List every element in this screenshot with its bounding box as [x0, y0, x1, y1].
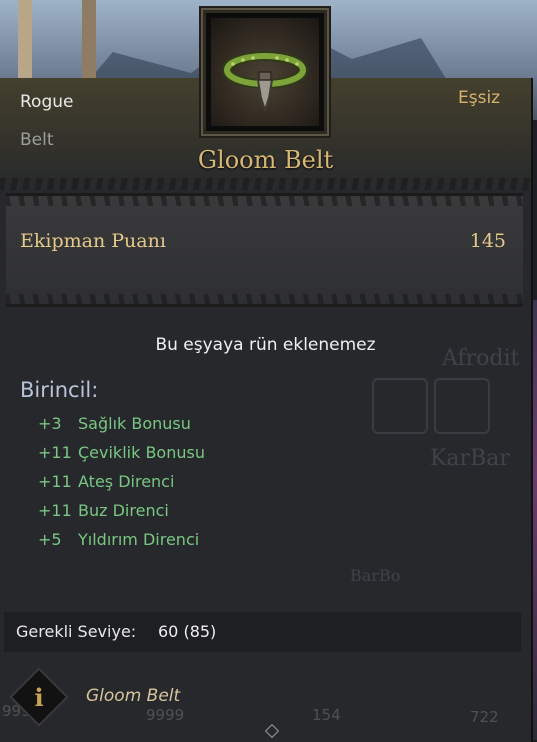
- background-count: 722: [470, 708, 499, 726]
- required-level-label: Gerekli Seviye:: [16, 622, 137, 641]
- stat-name: Sağlık Bonusu: [78, 414, 191, 433]
- gear-score-label: Ekipman Puanı: [20, 230, 166, 252]
- required-level-value: 60 (85): [158, 622, 217, 641]
- stone-pillar: [18, 0, 32, 80]
- stat-name: Yıldırım Direnci: [78, 530, 200, 549]
- primary-stats-list: +3 Sağlık Bonusu +11 Çeviklik Bonusu +11…: [38, 414, 205, 559]
- item-icon-frame: [201, 8, 329, 136]
- info-glyph: i: [34, 682, 44, 712]
- stat-row: +11 Buz Direnci: [38, 501, 205, 530]
- background-count: 154: [312, 706, 341, 724]
- footer-item-name: Gloom Belt: [86, 686, 181, 706]
- rune-note: Bu eşyaya rün eklenemez: [155, 335, 376, 355]
- item-rarity: Eşsiz: [458, 88, 501, 108]
- stat-value: +5: [38, 530, 62, 549]
- belt-icon: [211, 18, 319, 126]
- background-skill-slot: [434, 378, 490, 434]
- primary-stats-title: Birincil:: [20, 378, 99, 402]
- background-player-name: KarBar: [430, 446, 510, 471]
- stat-value: +11: [38, 472, 72, 491]
- stat-value: +3: [38, 414, 62, 433]
- background-skill-slot: [372, 378, 428, 434]
- stat-name: Buz Direnci: [78, 501, 169, 520]
- background-count: 9999: [146, 706, 185, 724]
- stat-row: +11 Ateş Direnci: [38, 472, 205, 501]
- stone-pillar: [82, 0, 96, 80]
- stat-name: Ateş Direnci: [78, 472, 175, 491]
- item-name: Gloom Belt: [197, 146, 334, 174]
- stat-row: +5 Yıldırım Direnci: [38, 530, 205, 559]
- item-class: Rogue: [20, 92, 74, 112]
- stat-value: +11: [38, 443, 72, 462]
- stat-value: +11: [38, 501, 72, 520]
- background-label: BarBo: [350, 566, 401, 585]
- stat-row: +11 Çeviklik Bonusu: [38, 443, 205, 472]
- gear-score-value: 145: [469, 230, 506, 252]
- stat-name: Çeviklik Bonusu: [78, 443, 205, 462]
- stat-row: +3 Sağlık Bonusu: [38, 414, 205, 443]
